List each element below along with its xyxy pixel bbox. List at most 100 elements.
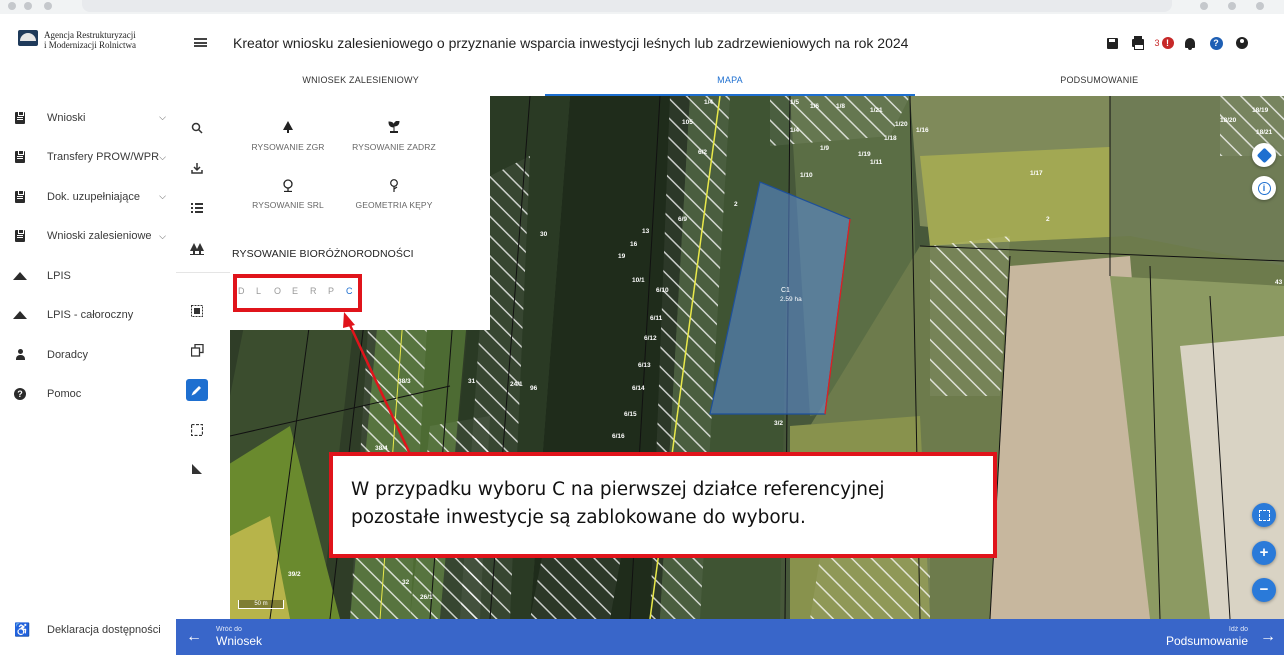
arimr-logo[interactable]: Agencja Restrukturyzacji i Modernizacji … [18,30,136,50]
pencil-icon [191,386,201,396]
alerts-button[interactable]: 3 ! [1154,35,1174,51]
draw-zgr-label: RYSOWANIE ZGR [251,142,325,152]
sidebar-item-label: LPIS [47,269,71,282]
sidebar-item-dok-uzupelniajace[interactable]: Dok. uzupełniające ⌵ [0,177,176,217]
browser-forward-icon[interactable] [24,2,32,10]
back-button[interactable]: ← Wróć do Wniosek [186,625,262,648]
sidebar-item-label: LPIS - całoroczny [47,309,134,322]
info-icon: i [1257,181,1271,195]
layers-button[interactable] [1252,143,1276,167]
logo-mark-icon [18,30,38,46]
tab-mapa[interactable]: MAPA [545,70,915,96]
deciduous-tree-icon [233,178,343,192]
search-button[interactable] [186,117,208,139]
zoom-out-button[interactable]: − [1252,578,1276,602]
arrow-left-icon: ← [186,627,202,645]
user-icon [1236,37,1248,49]
svg-text:1/10: 1/10 [800,172,813,179]
mountain-icon [13,270,27,282]
select-area-button[interactable] [186,300,208,322]
sidebar-item-wnioski[interactable]: Wnioski ⌵ [0,98,176,138]
browser-profile-icon[interactable] [1228,2,1236,10]
forest-button[interactable] [186,237,208,259]
browser-extension-icon[interactable] [1200,2,1208,10]
browser-chrome [0,0,1284,14]
svg-text:6/15: 6/15 [624,411,637,418]
user-button[interactable] [1232,35,1252,51]
svg-text:13: 13 [642,228,650,235]
help-icon: ? [14,388,26,401]
rectangle-tool-button[interactable] [186,419,208,441]
clipboard-icon [14,229,26,243]
download-button[interactable] [186,157,208,179]
header-actions: 3 ! ? [1102,35,1258,51]
sidebar-item-wnioski-zalesieniowe[interactable]: Wnioski zalesieniowe ⌵ [0,217,176,257]
accessibility-link[interactable]: ♿ Deklaracja dostępności [14,622,161,638]
tab-podsumowanie[interactable]: PODSUMOWANIE [915,70,1284,96]
notification-count: 3 [1154,38,1160,48]
list-button[interactable] [186,197,208,219]
zoom-in-button[interactable]: + [1252,541,1276,565]
layers-icon [1256,147,1272,163]
map-info-button[interactable]: i [1252,176,1276,200]
address-bar[interactable] [82,0,1172,12]
browser-menu-icon[interactable] [1256,2,1264,10]
sidebar-item-doradcy[interactable]: Doradcy [0,335,176,375]
svg-text:39/2: 39/2 [288,571,301,578]
browser-back-icon[interactable] [8,2,16,10]
plus-icon: + [1259,544,1269,561]
save-button[interactable] [1102,35,1122,51]
back-caption: Wróć do [216,626,242,633]
svg-text:1/21: 1/21 [870,107,883,114]
measure-button[interactable] [186,458,208,480]
svg-text:32: 32 [402,579,410,586]
draw-srl-button[interactable]: RYSOWANIE SRL [233,178,343,210]
forest-icon [190,242,204,255]
sidebar-item-lpis-caloroczny[interactable]: LPIS - całoroczny [0,296,176,336]
sidebar-item-pomoc[interactable]: ? Pomoc [0,375,176,415]
list-icon [191,203,203,213]
copy-geometry-button[interactable] [186,339,208,361]
highlight-box [233,274,362,312]
svg-text:1/8: 1/8 [836,103,845,110]
bottom-navigation: ← Wróć do Wniosek Idź do Podsumowanie → [176,619,1284,655]
notifications-button[interactable] [1180,35,1200,51]
next-button[interactable]: Idź do Podsumowanie → [1166,625,1276,648]
sidebar-item-label: Wnioski [47,111,86,124]
draw-zgr-button[interactable]: RYSOWANIE ZGR [233,120,343,152]
browser-reload-icon[interactable] [44,2,52,10]
next-label: Podsumowanie [1165,634,1248,648]
toolbar-divider [176,272,230,273]
print-icon [1132,36,1144,50]
save-icon [1106,37,1118,49]
help-button[interactable]: ? [1206,35,1226,51]
menu-icon[interactable] [194,38,207,47]
svg-text:19: 19 [618,253,626,260]
parcel-label-c1: C1 [781,287,790,294]
draw-zadrz-button[interactable]: RYSOWANIE ZADRZ [339,120,449,152]
svg-text:1/17: 1/17 [1030,170,1043,177]
print-button[interactable] [1128,35,1148,51]
help-icon: ? [1209,36,1223,50]
draw-kepy-button[interactable]: GEOMETRIA KĘPY [339,178,449,210]
svg-text:2: 2 [1046,216,1050,223]
draw-zadrz-label: RYSOWANIE ZADRZ [352,142,436,152]
svg-text:6/9: 6/9 [678,216,687,223]
scale-bar: 50 m [238,600,284,609]
fullscreen-button[interactable] [1252,503,1276,527]
svg-text:6/11: 6/11 [650,315,663,322]
svg-text:38/3: 38/3 [398,378,411,385]
sidebar-item-lpis[interactable]: LPIS [0,256,176,296]
map-toolbar [176,96,230,619]
svg-text:26/1: 26/1 [420,594,433,601]
search-icon [191,122,203,134]
chevron-down-icon: ⌵ [159,112,166,123]
sidebar-item-transfery[interactable]: Transfery PROW/WPR ⌵ [0,138,176,178]
clipboard-icon [14,150,26,164]
draw-button[interactable] [186,379,208,401]
svg-text:1/11: 1/11 [870,159,883,166]
svg-text:2: 2 [734,201,738,208]
svg-text:6/16: 6/16 [612,433,625,440]
tab-wniosek-zalesieniowy[interactable]: WNIOSEK ZALESIENIOWY [176,70,545,96]
callout-text: W przypadku wyboru C na pierwszej działc… [351,479,885,528]
